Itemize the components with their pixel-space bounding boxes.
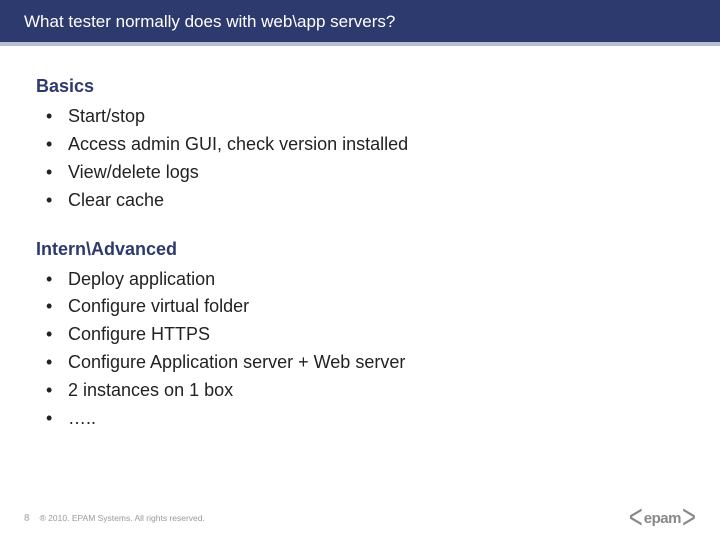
section-heading-basics: Basics [36, 76, 684, 97]
footer: 8 ® 2010. EPAM Systems. All rights reser… [0, 506, 720, 530]
bullet-list-advanced: Deploy application Configure virtual fol… [46, 266, 684, 433]
list-item: Configure HTTPS [46, 321, 684, 349]
bullet-list-basics: Start/stop Access admin GUI, check versi… [46, 103, 684, 215]
list-item: Deploy application [46, 266, 684, 294]
section-heading-advanced: Intern\Advanced [36, 239, 684, 260]
list-item: Clear cache [46, 187, 684, 215]
list-item: ….. [46, 405, 684, 433]
copyright-text: ® 2010. EPAM Systems. All rights reserve… [40, 513, 205, 523]
slide-content: Basics Start/stop Access admin GUI, chec… [0, 46, 720, 433]
angle-left-icon: < [629, 501, 643, 535]
list-item: Access admin GUI, check version installe… [46, 131, 684, 159]
angle-right-icon: > [682, 501, 696, 535]
list-item: Start/stop [46, 103, 684, 131]
footer-left: 8 ® 2010. EPAM Systems. All rights reser… [24, 513, 205, 524]
list-item: Configure virtual folder [46, 293, 684, 321]
logo-text: epam [644, 510, 681, 527]
page-number: 8 [24, 513, 30, 524]
slide: What tester normally does with web\app s… [0, 0, 720, 540]
slide-title: What tester normally does with web\app s… [0, 0, 720, 46]
epam-logo: < epam > [629, 506, 696, 530]
list-item: Configure Application server + Web serve… [46, 349, 684, 377]
list-item: View/delete logs [46, 159, 684, 187]
list-item: 2 instances on 1 box [46, 377, 684, 405]
